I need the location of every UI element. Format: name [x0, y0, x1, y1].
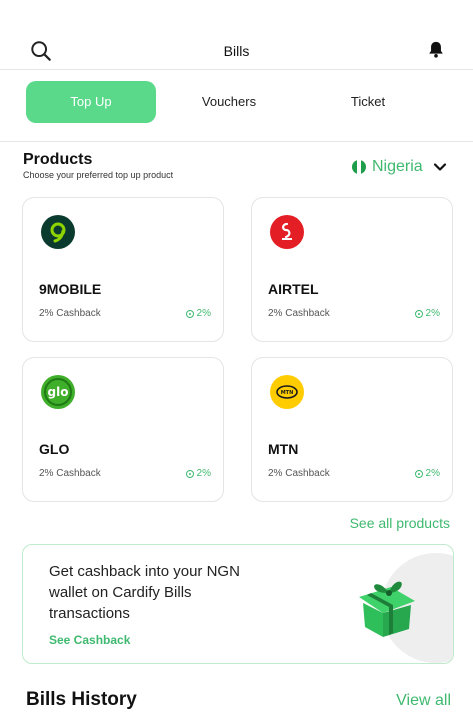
nigeria-flag-icon: [352, 160, 366, 174]
target-icon: [185, 309, 194, 318]
top-bar: Bills: [0, 0, 473, 70]
target-icon: [414, 469, 423, 478]
target-icon: [414, 309, 423, 318]
products-subtitle: Choose your preferred top up product: [23, 170, 174, 180]
product-card-glo[interactable]: glo GLO 2% Cashback 2%: [22, 357, 224, 502]
cashback-percent-value: 2%: [196, 308, 211, 319]
page-title: Bills: [223, 43, 250, 59]
tab-vouchers[interactable]: Vouchers: [164, 81, 294, 123]
promo-text: Get cashback into your NGN wallet on Car…: [49, 563, 240, 622]
cashback-label: 2% Cashback: [268, 308, 330, 319]
cashback-percent: 2%: [185, 308, 211, 319]
country-selector[interactable]: Nigeria: [352, 156, 447, 178]
glo-logo-icon: glo: [41, 375, 75, 409]
products-title: Products: [23, 151, 93, 168]
cashback-percent-value: 2%: [425, 468, 440, 479]
9mobile-logo-icon: [41, 215, 75, 249]
mtn-logo-icon: MTN: [270, 375, 304, 409]
tab-top-up[interactable]: Top Up: [26, 81, 156, 123]
bell-icon[interactable]: [427, 40, 445, 60]
cashback-percent: 2%: [414, 468, 440, 479]
cashback-percent: 2%: [185, 468, 211, 479]
country-name: Nigeria: [372, 158, 423, 175]
product-card-mtn[interactable]: MTN MTN 2% Cashback 2%: [251, 357, 453, 502]
cashback-percent-value: 2%: [425, 308, 440, 319]
svg-text:glo: glo: [48, 385, 69, 399]
cashback-percent: 2%: [414, 308, 440, 319]
gift-icon: [359, 581, 415, 637]
svg-text:MTN: MTN: [281, 390, 294, 396]
product-name: MTN: [268, 441, 299, 457]
cashback-percent-value: 2%: [196, 468, 211, 479]
product-name: AIRTEL: [268, 281, 319, 297]
see-cashback-link[interactable]: See Cashback: [49, 633, 130, 647]
product-name: 9MOBILE: [39, 281, 102, 297]
target-icon: [185, 469, 194, 478]
products-header: Products Choose your preferred top up pr…: [23, 151, 173, 180]
product-card-9mobile[interactable]: 9MOBILE 2% Cashback 2%: [22, 197, 224, 342]
product-card-airtel[interactable]: AIRTEL 2% Cashback 2%: [251, 197, 453, 342]
cashback-label: 2% Cashback: [268, 468, 330, 479]
tab-ticket[interactable]: Ticket: [303, 81, 433, 123]
see-all-products-link[interactable]: See all products: [350, 515, 450, 531]
view-all-link[interactable]: View all: [396, 692, 451, 710]
airtel-logo-icon: [270, 215, 304, 249]
cashback-promo-card: Get cashback into your NGN wallet on Car…: [22, 544, 454, 664]
product-name: GLO: [39, 441, 70, 457]
cashback-label: 2% Cashback: [39, 468, 101, 479]
chevron-down-icon: [433, 163, 446, 171]
tab-bar: Top Up Vouchers Ticket: [0, 70, 473, 142]
bills-history-title: Bills History: [26, 689, 137, 710]
cashback-label: 2% Cashback: [39, 308, 101, 319]
